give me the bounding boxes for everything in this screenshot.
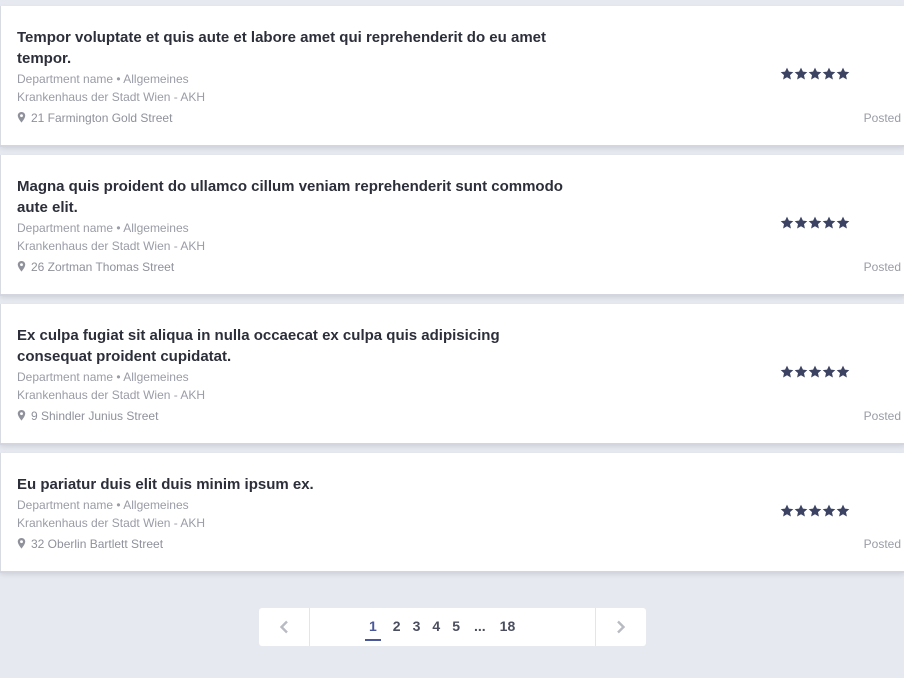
page-number-18[interactable]: 18 — [494, 617, 522, 641]
rating-stars — [780, 504, 850, 518]
star-icon — [836, 67, 850, 80]
star-icon — [794, 365, 808, 378]
job-card[interactable]: Ex culpa fugiat sit aliqua in nulla occa… — [0, 304, 904, 443]
page-number-5[interactable]: 5 — [446, 617, 466, 641]
star-icon — [780, 504, 794, 517]
star-icon — [808, 504, 822, 517]
page-ellipsis: ... — [473, 618, 486, 634]
chevron-right-icon — [617, 620, 626, 634]
previous-page-button[interactable] — [259, 608, 310, 646]
rating-stars — [780, 67, 850, 81]
page-numbers: 1 2 3 4 5... 18 — [365, 617, 521, 641]
posted-label: Posted — [863, 111, 901, 125]
address-text: 9 Shindler Junius Street — [31, 409, 159, 423]
job-card[interactable]: Tempor voluptate et quis aute et labore … — [0, 6, 904, 145]
posted-label: Posted — [863, 537, 901, 551]
page-number-4[interactable]: 4 — [426, 617, 446, 641]
location-pin-icon — [17, 410, 26, 421]
star-icon — [780, 67, 794, 80]
star-icon — [794, 67, 808, 80]
department-text: Department name • Allgemeines — [17, 498, 189, 512]
star-icon — [822, 67, 836, 80]
star-icon — [836, 504, 850, 517]
department-text: Department name • Allgemeines — [17, 221, 189, 235]
address-row: 32 Oberlin Bartlett Street — [17, 537, 163, 551]
hospital-text: Krankenhaus der Stadt Wien - AKH — [17, 239, 206, 253]
hospital-text: Krankenhaus der Stadt Wien - AKH — [17, 516, 206, 530]
star-icon — [822, 365, 836, 378]
address-row: 26 Zortman Thomas Street — [17, 260, 174, 274]
location-pin-icon — [17, 261, 26, 272]
job-title[interactable]: Tempor voluptate et quis aute et labore … — [17, 27, 577, 69]
star-icon — [780, 365, 794, 378]
hospital-text: Krankenhaus der Stadt Wien - AKH — [17, 90, 206, 104]
department-text: Department name • Allgemeines — [17, 72, 189, 86]
page-number-3[interactable]: 3 — [407, 617, 427, 641]
rating-stars — [780, 365, 850, 379]
address-row: 21 Farmington Gold Street — [17, 111, 172, 125]
star-icon — [822, 504, 836, 517]
star-icon — [794, 504, 808, 517]
star-icon — [808, 67, 822, 80]
star-icon — [780, 216, 794, 229]
page-number-2[interactable]: 2 — [387, 617, 407, 641]
address-text: 26 Zortman Thomas Street — [31, 260, 175, 274]
star-icon — [808, 365, 822, 378]
rating-stars — [780, 216, 850, 230]
job-title[interactable]: Magna quis proident do ullamco cillum ve… — [17, 176, 577, 218]
job-card[interactable]: Magna quis proident do ullamco cillum ve… — [0, 155, 904, 294]
posted-label: Posted — [863, 260, 901, 274]
page-number-1[interactable]: 1 — [365, 617, 381, 641]
pagination: 1 2 3 4 5... 18 — [259, 608, 646, 646]
posted-label: Posted — [863, 409, 901, 423]
location-pin-icon — [17, 538, 26, 549]
department-text: Department name • Allgemeines — [17, 370, 189, 384]
chevron-left-icon — [279, 620, 288, 634]
address-text: 32 Oberlin Bartlett Street — [31, 537, 164, 551]
hospital-text: Krankenhaus der Stadt Wien - AKH — [17, 388, 206, 402]
star-icon — [836, 216, 850, 229]
address-row: 9 Shindler Junius Street — [17, 409, 158, 423]
next-page-button[interactable] — [595, 608, 646, 646]
job-card[interactable]: Eu pariatur duis elit duis minim ipsum e… — [0, 453, 904, 571]
star-icon — [794, 216, 808, 229]
location-pin-icon — [17, 112, 26, 123]
star-icon — [836, 365, 850, 378]
star-icon — [808, 216, 822, 229]
address-text: 21 Farmington Gold Street — [31, 111, 173, 125]
job-title[interactable]: Ex culpa fugiat sit aliqua in nulla occa… — [17, 325, 577, 367]
star-icon — [822, 216, 836, 229]
job-title[interactable]: Eu pariatur duis elit duis minim ipsum e… — [17, 474, 577, 495]
